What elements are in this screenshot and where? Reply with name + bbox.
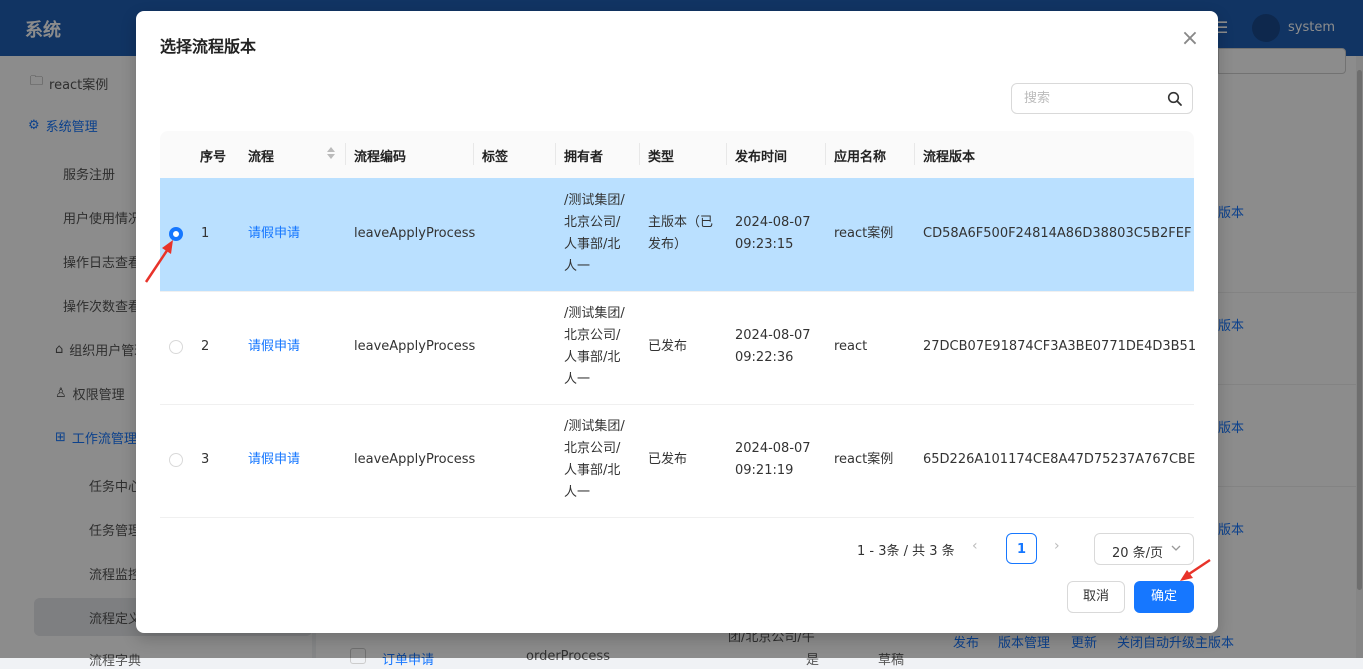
row-index: 1 (201, 226, 210, 241)
prev-page-button[interactable]: ‹ (972, 538, 978, 554)
row-app-name: react案例 (834, 226, 894, 241)
col-owner: 拥有者 (564, 150, 604, 165)
col-process[interactable]: 流程 (248, 146, 274, 165)
search-box[interactable] (1011, 83, 1193, 114)
next-page-button[interactable]: › (1054, 538, 1060, 554)
col-separator (473, 143, 474, 165)
row-type: 主版本（已 发布） (648, 215, 714, 252)
row-type: 已发布 (648, 452, 688, 467)
row-process-link[interactable]: 请假申请 (248, 336, 300, 358)
row-process-link[interactable]: 请假申请 (248, 223, 300, 245)
pagination-summary: 1 - 3条 / 共 3 条 (857, 544, 955, 559)
row-type: 已发布 (648, 339, 688, 354)
table-row[interactable]: 1 请假申请 leaveApplyProcess /测试集团/北京公司/人事部/… (160, 178, 1194, 292)
col-index: 序号 (200, 150, 227, 165)
col-separator (726, 143, 727, 165)
row-code: leaveApplyProcess (354, 452, 476, 467)
row-publish-time: 2024-08-07 09:21:19 (735, 441, 811, 478)
col-publish-time: 发布时间 (735, 150, 788, 165)
search-icon[interactable] (1167, 91, 1183, 107)
search-input[interactable] (1022, 90, 1166, 107)
row-version: 27DCB07E91874CF3A3BE0771DE4D3B51 (923, 339, 1197, 354)
row-owner: /测试集团/北京公司/人事部/北 人一 (564, 193, 625, 274)
row-code: leaveApplyProcess (354, 339, 476, 354)
annotation-arrow-icon (1180, 558, 1211, 581)
table-row[interactable]: 3 请假申请 leaveApplyProcess /测试集团/北京公司/人事部/… (160, 404, 1196, 518)
row-radio[interactable] (169, 453, 183, 467)
sort-icon[interactable] (326, 145, 336, 161)
col-separator (639, 143, 640, 165)
row-owner: /测试集团/北京公司/人事部/北 人一 (564, 419, 625, 500)
page-1-button[interactable]: 1 (1006, 533, 1037, 564)
dialog-title: 选择流程版本 (160, 37, 257, 56)
close-icon[interactable]: × (1178, 27, 1202, 51)
row-owner: /测试集团/北京公司/人事部/北 人一 (564, 306, 625, 387)
row-radio[interactable] (169, 340, 183, 354)
row-publish-time: 2024-08-07 09:23:15 (735, 215, 811, 252)
row-publish-time: 2024-08-07 09:22:36 (735, 328, 811, 365)
table-row[interactable]: 2 请假申请 leaveApplyProcess /测试集团/北京公司/人事部/… (160, 291, 1197, 405)
row-version: 65D226A101174CE8A47D75237A767CBE (923, 452, 1196, 467)
cancel-button[interactable]: 取消 (1067, 581, 1125, 613)
col-separator (825, 143, 826, 165)
col-app-name: 应用名称 (834, 150, 887, 165)
annotation-arrow-icon (144, 240, 173, 283)
table-header: 序号 流程 流程编码 标签 拥有者 类型 发布时间 应用名称 流程版本 (160, 131, 1194, 179)
row-version: CD58A6F500F24814A86D38803C5B2FEF (923, 226, 1192, 241)
col-version: 流程版本 (923, 150, 976, 165)
col-separator (914, 143, 915, 165)
page-size-value: 20 条/页 (1112, 546, 1164, 561)
col-separator (345, 143, 346, 165)
col-separator (555, 143, 556, 165)
col-code: 流程编码 (354, 150, 407, 165)
row-app-name: react (834, 339, 868, 354)
row-app-name: react案例 (834, 452, 894, 467)
col-tag: 标签 (482, 150, 509, 165)
row-code: leaveApplyProcess (354, 226, 476, 241)
row-index: 3 (201, 452, 210, 467)
row-index: 2 (201, 339, 210, 354)
row-process-link[interactable]: 请假申请 (248, 449, 300, 471)
chevron-down-icon (1171, 545, 1181, 551)
col-type: 类型 (648, 150, 675, 165)
select-version-dialog: 选择流程版本 × 序号 流程 流程编码 标签 拥有者 类型 发布时间 应用名称 (136, 11, 1218, 633)
